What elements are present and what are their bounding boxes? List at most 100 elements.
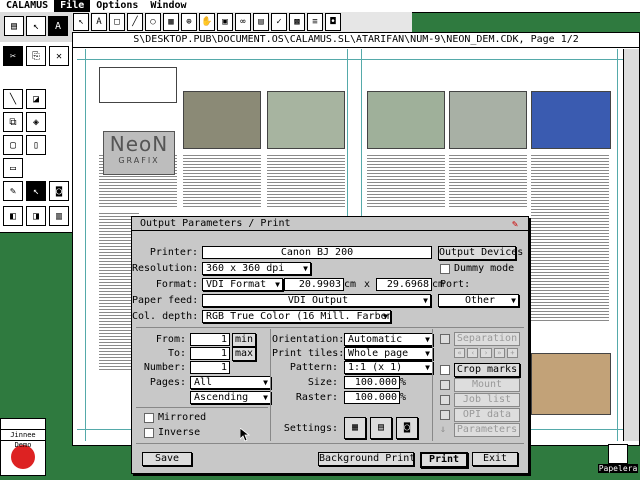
print-tiles-select[interactable]: Whole page ▼ — [344, 347, 433, 360]
next-arrow-icon: › — [480, 348, 492, 358]
line-icon[interactable]: ╲ — [3, 89, 23, 109]
dialog-title: Output Parameters / Print — [132, 217, 528, 231]
text-icon[interactable]: A — [48, 16, 68, 36]
from-field[interactable]: 1 — [190, 333, 230, 346]
print-tiles-value: Whole page — [348, 348, 409, 359]
menu-calamus[interactable]: CALAMUS — [0, 0, 54, 12]
print-button[interactable]: Print — [420, 452, 468, 468]
menu-file[interactable]: File — [54, 0, 91, 12]
grid-tool-icon[interactable]: ▦ — [163, 13, 179, 31]
pattern-label: Pattern: — [289, 362, 338, 373]
layer-icon[interactable]: ◧ — [3, 206, 23, 226]
close-icon[interactable]: ✎ — [512, 219, 522, 230]
settings-disk-icon[interactable]: ◙ — [396, 417, 418, 439]
raster-tool-icon[interactable]: ▩ — [289, 13, 305, 31]
pattern-select[interactable]: 1:1 (x 1) ▼ — [344, 361, 433, 374]
stack-icon[interactable]: ◨ — [26, 206, 46, 226]
background-print-button[interactable]: Background Print — [318, 452, 415, 466]
resolution-select[interactable]: 360 x 360 dpi ▼ — [202, 262, 311, 275]
scissors-icon[interactable]: ✂ — [3, 46, 23, 66]
col-depth-select[interactable]: RGB True Color (16 Mill. Farben) ▼ — [202, 310, 391, 323]
brush-icon[interactable]: ✎ — [3, 181, 23, 201]
document-title[interactable]: S\DESKTOP.PUB\DOCUMENT.OS\CALAMUS.SL\ATA… — [73, 33, 639, 48]
monitor-icon[interactable]: ▭ — [3, 158, 23, 178]
max-button[interactable]: max — [232, 347, 256, 361]
job-list-checkbox — [440, 395, 450, 405]
logo-sub: GRAFIX — [118, 156, 160, 165]
frame-tool-icon[interactable]: □ — [109, 13, 125, 31]
camera-icon[interactable]: ◙ — [49, 181, 69, 201]
to-field[interactable]: 1 — [190, 347, 230, 360]
text-tool-icon[interactable]: A — [91, 13, 107, 31]
trash-icon[interactable]: Papelera — [598, 444, 638, 478]
line-tool-icon[interactable]: ╱ — [127, 13, 143, 31]
frame-icon[interactable]: ▢ — [3, 135, 23, 155]
mount-checkbox — [440, 380, 450, 390]
format-select[interactable]: VDI Format ▼ — [202, 278, 283, 291]
settings-grid-icon[interactable]: ▦ — [344, 417, 366, 439]
dummy-mode-checkbox[interactable] — [440, 264, 450, 274]
neon-logo: NeoN GRAFIX — [103, 131, 175, 175]
delete-icon[interactable]: ✕ — [49, 46, 69, 66]
menu-window[interactable]: Window — [144, 0, 192, 12]
menu-options[interactable]: Options — [90, 0, 144, 12]
orientation-select[interactable]: Automatic ▼ — [344, 333, 433, 346]
link-tool-icon[interactable]: ∞ — [235, 13, 251, 31]
copy-icon[interactable]: ⎘ — [26, 46, 46, 66]
pages-value: All — [194, 377, 213, 388]
pointer-icon[interactable]: ↖ — [26, 16, 46, 36]
min-button[interactable]: min — [232, 333, 256, 347]
prev-arrow-icon: ‹ — [467, 348, 479, 358]
doc-icon[interactable]: ▯ — [26, 135, 46, 155]
size-label: Size: — [307, 377, 338, 388]
to-label: To: — [167, 348, 186, 359]
pointer-tool-icon[interactable]: ↖ — [73, 13, 89, 31]
hand-tool-icon[interactable]: ✋ — [199, 13, 215, 31]
separation-checkbox — [440, 334, 450, 344]
shield-icon[interactable]: ◈ — [26, 112, 46, 132]
chevron-down-icon: ▼ — [263, 393, 268, 402]
circle-tool-icon[interactable]: ○ — [145, 13, 161, 31]
printer-field[interactable]: Canon BJ 200 — [202, 246, 432, 259]
inverse-checkbox[interactable] — [144, 428, 154, 438]
vertical-scrollbar[interactable] — [623, 49, 639, 441]
function-toolbar: ↖ A □ ╱ ○ ▦ ⊕ ✋ ▣ ∞ ▤ ✓ ▩ ≡ ◘ — [72, 12, 412, 33]
page-icon[interactable]: ▤ — [4, 16, 24, 36]
port-value: Other — [464, 295, 496, 306]
rect-icon[interactable]: ◪ — [26, 89, 46, 109]
size-field[interactable]: 100.000 — [344, 376, 400, 389]
move-icon[interactable]: ⧉ — [3, 112, 23, 132]
toolbox: ✂ ⎘ ✕ ╲ ◪ ⧉ ◈ ▢ ▯ ▭ ✎ ↖ ◙ ◧ ◨ ▥ — [0, 42, 73, 233]
check-tool-icon[interactable]: ✓ — [271, 13, 287, 31]
crop-marks-button[interactable]: Crop marks — [454, 363, 520, 377]
width-unit: cm — [344, 279, 357, 290]
table-tool-icon[interactable]: ▤ — [253, 13, 269, 31]
group-tool-icon[interactable]: ▣ — [217, 13, 233, 31]
separation-button: Separation — [454, 332, 520, 346]
number-field[interactable]: 1 — [190, 361, 230, 374]
output-devices-button[interactable]: Output Devices — [438, 246, 523, 260]
crop-marks-checkbox[interactable] — [440, 365, 450, 375]
lock-tool-icon[interactable]: ◘ — [325, 13, 341, 31]
port-select[interactable]: Other ▼ — [438, 294, 519, 307]
pages-select[interactable]: All ▼ — [190, 376, 271, 389]
dummy-mode-label: Dummy mode — [454, 263, 515, 274]
settings-printer-icon[interactable]: ▤ — [370, 417, 392, 439]
raster-field[interactable]: 100.000 — [344, 391, 400, 404]
order-select[interactable]: Ascending ▼ — [190, 391, 271, 404]
logo-text: NeoN — [109, 132, 169, 156]
save-button[interactable]: Save — [142, 452, 192, 466]
zoom-tool-icon[interactable]: ⊕ — [181, 13, 197, 31]
cursor-select-icon[interactable]: ↖ — [26, 181, 46, 201]
height-field[interactable]: 29.6968 — [376, 278, 432, 291]
parameters-button: Parameters — [454, 423, 520, 437]
trash-tool-icon[interactable]: ▥ — [49, 206, 69, 226]
jinnee-demo-window[interactable]: Jinnee Demo — [0, 418, 46, 476]
width-field[interactable]: 20.9903 — [284, 278, 344, 291]
style-tool-icon[interactable]: ≡ — [307, 13, 323, 31]
paper-feed-select[interactable]: VDI Output ▼ — [202, 294, 431, 307]
format-label: Format: — [155, 279, 198, 290]
parameters-arrow-icon: ⇓ — [440, 424, 447, 435]
exit-button[interactable]: Exit — [472, 452, 518, 466]
mirrored-checkbox[interactable] — [144, 413, 154, 423]
